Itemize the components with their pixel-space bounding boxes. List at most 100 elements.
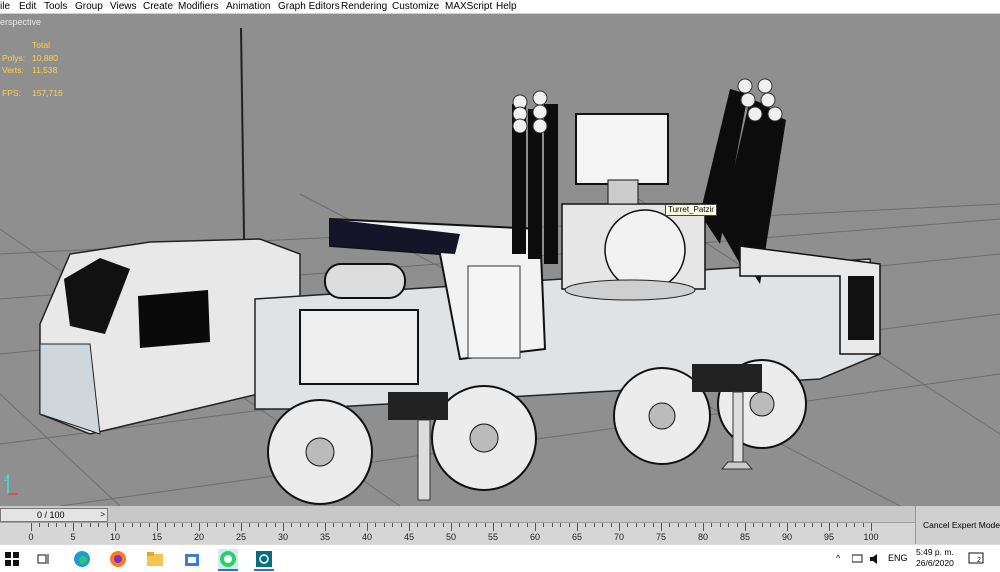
ruler-number: 0 — [28, 532, 34, 542]
ruler-number: 35 — [319, 532, 331, 542]
ruler-tick — [409, 523, 410, 531]
fps-label: FPS: — [2, 88, 21, 98]
ruler-tick — [602, 523, 604, 527]
ruler-tick — [56, 523, 58, 527]
ruler-tick — [333, 523, 335, 527]
ruler-tick — [47, 523, 49, 527]
ruler-tick — [820, 523, 822, 527]
tray-chevron-icon[interactable]: ^ — [836, 545, 840, 572]
menu-item-modifiers[interactable]: Modifiers — [178, 0, 219, 13]
volume-icon[interactable] — [870, 545, 882, 572]
ruler-tick — [661, 523, 662, 531]
task-view-icon[interactable] — [34, 549, 54, 569]
ruler-tick — [241, 523, 242, 531]
ruler-tick — [199, 523, 200, 531]
ruler-number: 45 — [403, 532, 415, 542]
track-bar-ruler[interactable]: 0 5 10 15 20 25 30 35 40 45 50 55 60 65 70 75 80 85 90 95 10… — [0, 522, 915, 545]
ruler-tick — [215, 523, 217, 527]
ruler-number: 85 — [739, 532, 751, 542]
clock-time: 5:49 p. m. — [916, 547, 954, 557]
ruler-tick — [493, 523, 494, 531]
ruler-tick — [577, 523, 578, 531]
ruler-tick — [560, 523, 562, 527]
menu-item-graph-editors[interactable]: Graph Editors — [278, 0, 340, 13]
menu-item-maxscript[interactable]: MAXScript — [445, 0, 492, 13]
ruler-tick — [795, 523, 797, 527]
menu-item-help[interactable]: Help — [496, 0, 517, 13]
axis-tripod-icon: z — [4, 474, 18, 495]
network-icon[interactable] — [851, 545, 864, 572]
ruler-tick — [459, 523, 461, 527]
language-indicator[interactable]: ENG — [888, 545, 908, 572]
ruler-number: 55 — [487, 532, 499, 542]
object-tooltip: Turret_Patzir — [665, 204, 717, 216]
menu-item-customize[interactable]: Customize — [392, 0, 439, 13]
ruler-tick — [358, 523, 360, 527]
ruler-tick — [434, 523, 436, 527]
firefox-icon[interactable] — [108, 549, 128, 569]
3dsmax-icon[interactable] — [254, 549, 274, 569]
system-clock[interactable]: 5:49 p. m. 26/6/2020 — [916, 547, 954, 569]
viewport-label[interactable]: erspective — [0, 17, 41, 27]
ruler-tick — [535, 523, 536, 531]
ruler-number: 95 — [823, 532, 835, 542]
menu-item-edit[interactable]: Edit — [19, 0, 36, 13]
menu-item-animation[interactable]: Animation — [226, 0, 270, 13]
ruler-tick — [392, 523, 394, 527]
ruler-number: 100 — [863, 532, 879, 542]
menu-item-group[interactable]: Group — [75, 0, 103, 13]
store-icon[interactable] — [182, 549, 202, 569]
ruler-tick — [131, 523, 133, 527]
clock-date: 26/6/2020 — [916, 558, 954, 568]
ruler-tick — [249, 523, 251, 527]
time-slider[interactable]: 0 / 100 > — [0, 508, 108, 522]
edge-icon[interactable] — [72, 549, 92, 569]
ruler-tick — [694, 523, 696, 527]
ruler-tick — [543, 523, 545, 527]
ruler-tick — [39, 523, 41, 527]
menu-bar: ile Edit Tools Group Views Create Modifiers Ani… — [0, 0, 1000, 14]
menu-item-create[interactable]: Create — [143, 0, 173, 13]
ruler-tick — [115, 523, 116, 531]
ruler-tick — [719, 523, 721, 527]
ruler-tick — [862, 523, 864, 527]
ruler-tick — [232, 523, 234, 527]
ruler-tick — [736, 523, 738, 527]
cancel-expert-mode-button[interactable]: Cancel Expert Mode — [915, 506, 1000, 544]
ruler-tick — [845, 523, 847, 527]
ruler-tick — [375, 523, 377, 527]
ruler-tick — [518, 523, 520, 527]
menu-item-ile[interactable]: ile — [0, 0, 10, 13]
ruler-tick — [610, 523, 612, 527]
notification-center-icon[interactable]: 2 — [966, 549, 986, 569]
ruler-tick — [123, 523, 125, 527]
ruler-tick — [854, 523, 856, 527]
menu-item-tools[interactable]: Tools — [44, 0, 67, 13]
ruler-number: 80 — [697, 532, 709, 542]
menu-item-views[interactable]: Views — [110, 0, 137, 13]
ruler-tick — [627, 523, 629, 527]
ruler-tick — [871, 523, 872, 531]
ruler-tick — [165, 523, 167, 527]
ruler-number: 50 — [445, 532, 457, 542]
whatsapp-icon[interactable] — [218, 549, 238, 569]
ruler-tick — [467, 523, 469, 527]
ruler-tick — [501, 523, 503, 527]
perspective-viewport[interactable]: erspective Total Polys: 10,880 Verts: 11… — [0, 14, 1000, 508]
ruler-tick — [81, 523, 83, 527]
ruler-tick — [568, 523, 570, 527]
menu-item-rendering[interactable]: Rendering — [341, 0, 387, 13]
next-frame-arrow-icon[interactable]: > — [100, 509, 105, 521]
ruler-tick — [476, 523, 478, 527]
ruler-tick — [64, 523, 66, 527]
polys-value: 10,880 — [32, 53, 58, 63]
ruler-tick — [291, 523, 293, 527]
ruler-tick — [837, 523, 839, 527]
ruler-tick — [148, 523, 150, 527]
file-explorer-icon[interactable] — [145, 549, 165, 569]
fps-value: 157,716 — [32, 88, 63, 98]
verts-label: Verts: — [2, 65, 24, 75]
windows-start-icon[interactable] — [2, 549, 22, 569]
verts-value: 11,538 — [32, 65, 58, 75]
ruler-tick — [728, 523, 730, 527]
